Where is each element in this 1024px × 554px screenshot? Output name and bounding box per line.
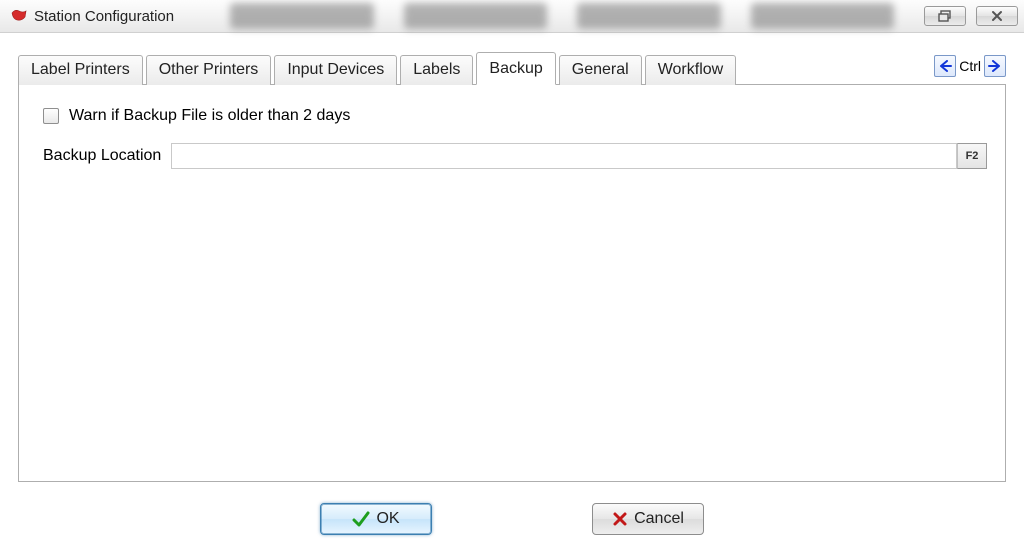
window-title: Station Configuration (34, 8, 174, 25)
backup-location-input[interactable] (171, 143, 957, 169)
backup-location-browse-button[interactable]: F2 (957, 143, 987, 169)
close-button[interactable] (976, 6, 1018, 26)
dialog-footer: OK Cancel (18, 482, 1006, 542)
ok-label: OK (376, 510, 399, 528)
tab-labels[interactable]: Labels (400, 55, 473, 85)
tabstrip-wrapper: Label Printers Other Printers Input Devi… (18, 51, 1006, 84)
tab-next-button[interactable] (984, 55, 1006, 77)
backup-location-field-wrap: F2 (171, 143, 987, 169)
tab-panel-backup: Warn if Backup File is older than 2 days… (18, 84, 1006, 482)
tab-prev-button[interactable] (934, 55, 956, 77)
cancel-button[interactable]: Cancel (592, 503, 704, 535)
tab-backup[interactable]: Backup (476, 52, 555, 85)
warn-backup-row: Warn if Backup File is older than 2 days (43, 107, 987, 125)
tab-label: Labels (413, 61, 460, 79)
tab-input-devices[interactable]: Input Devices (274, 55, 397, 85)
client-area: Label Printers Other Printers Input Devi… (0, 33, 1024, 554)
tab-workflow[interactable]: Workflow (645, 55, 737, 85)
arrow-left-icon (938, 60, 952, 72)
tab-label: Backup (489, 60, 542, 78)
tab-other-printers[interactable]: Other Printers (146, 55, 272, 85)
check-icon (352, 511, 370, 527)
tab-label: Other Printers (159, 61, 259, 79)
arrow-right-icon (988, 60, 1002, 72)
tab-label: Label Printers (31, 61, 130, 79)
tabstrip: Label Printers Other Printers Input Devi… (18, 51, 1006, 84)
backup-location-row: Backup Location F2 (43, 143, 987, 169)
backup-location-label: Backup Location (43, 147, 161, 165)
tab-label-printers[interactable]: Label Printers (18, 55, 143, 85)
cancel-label: Cancel (634, 510, 684, 528)
titlebar: Station Configuration (0, 0, 1024, 33)
tab-label: Workflow (658, 61, 724, 79)
cross-icon (612, 511, 628, 527)
ctrl-label: Ctrl (959, 58, 981, 74)
window-controls (924, 6, 1018, 26)
tab-general[interactable]: General (559, 55, 642, 85)
background-decor (230, 3, 894, 29)
f2-label: F2 (966, 150, 979, 162)
tab-nav-controls: Ctrl (934, 55, 1006, 77)
restore-button[interactable] (924, 6, 966, 26)
ok-button[interactable]: OK (320, 503, 432, 535)
tab-label: General (572, 61, 629, 79)
warn-backup-checkbox[interactable] (43, 108, 59, 124)
app-icon (10, 9, 28, 23)
tab-label: Input Devices (287, 61, 384, 79)
warn-backup-label: Warn if Backup File is older than 2 days (69, 107, 350, 125)
